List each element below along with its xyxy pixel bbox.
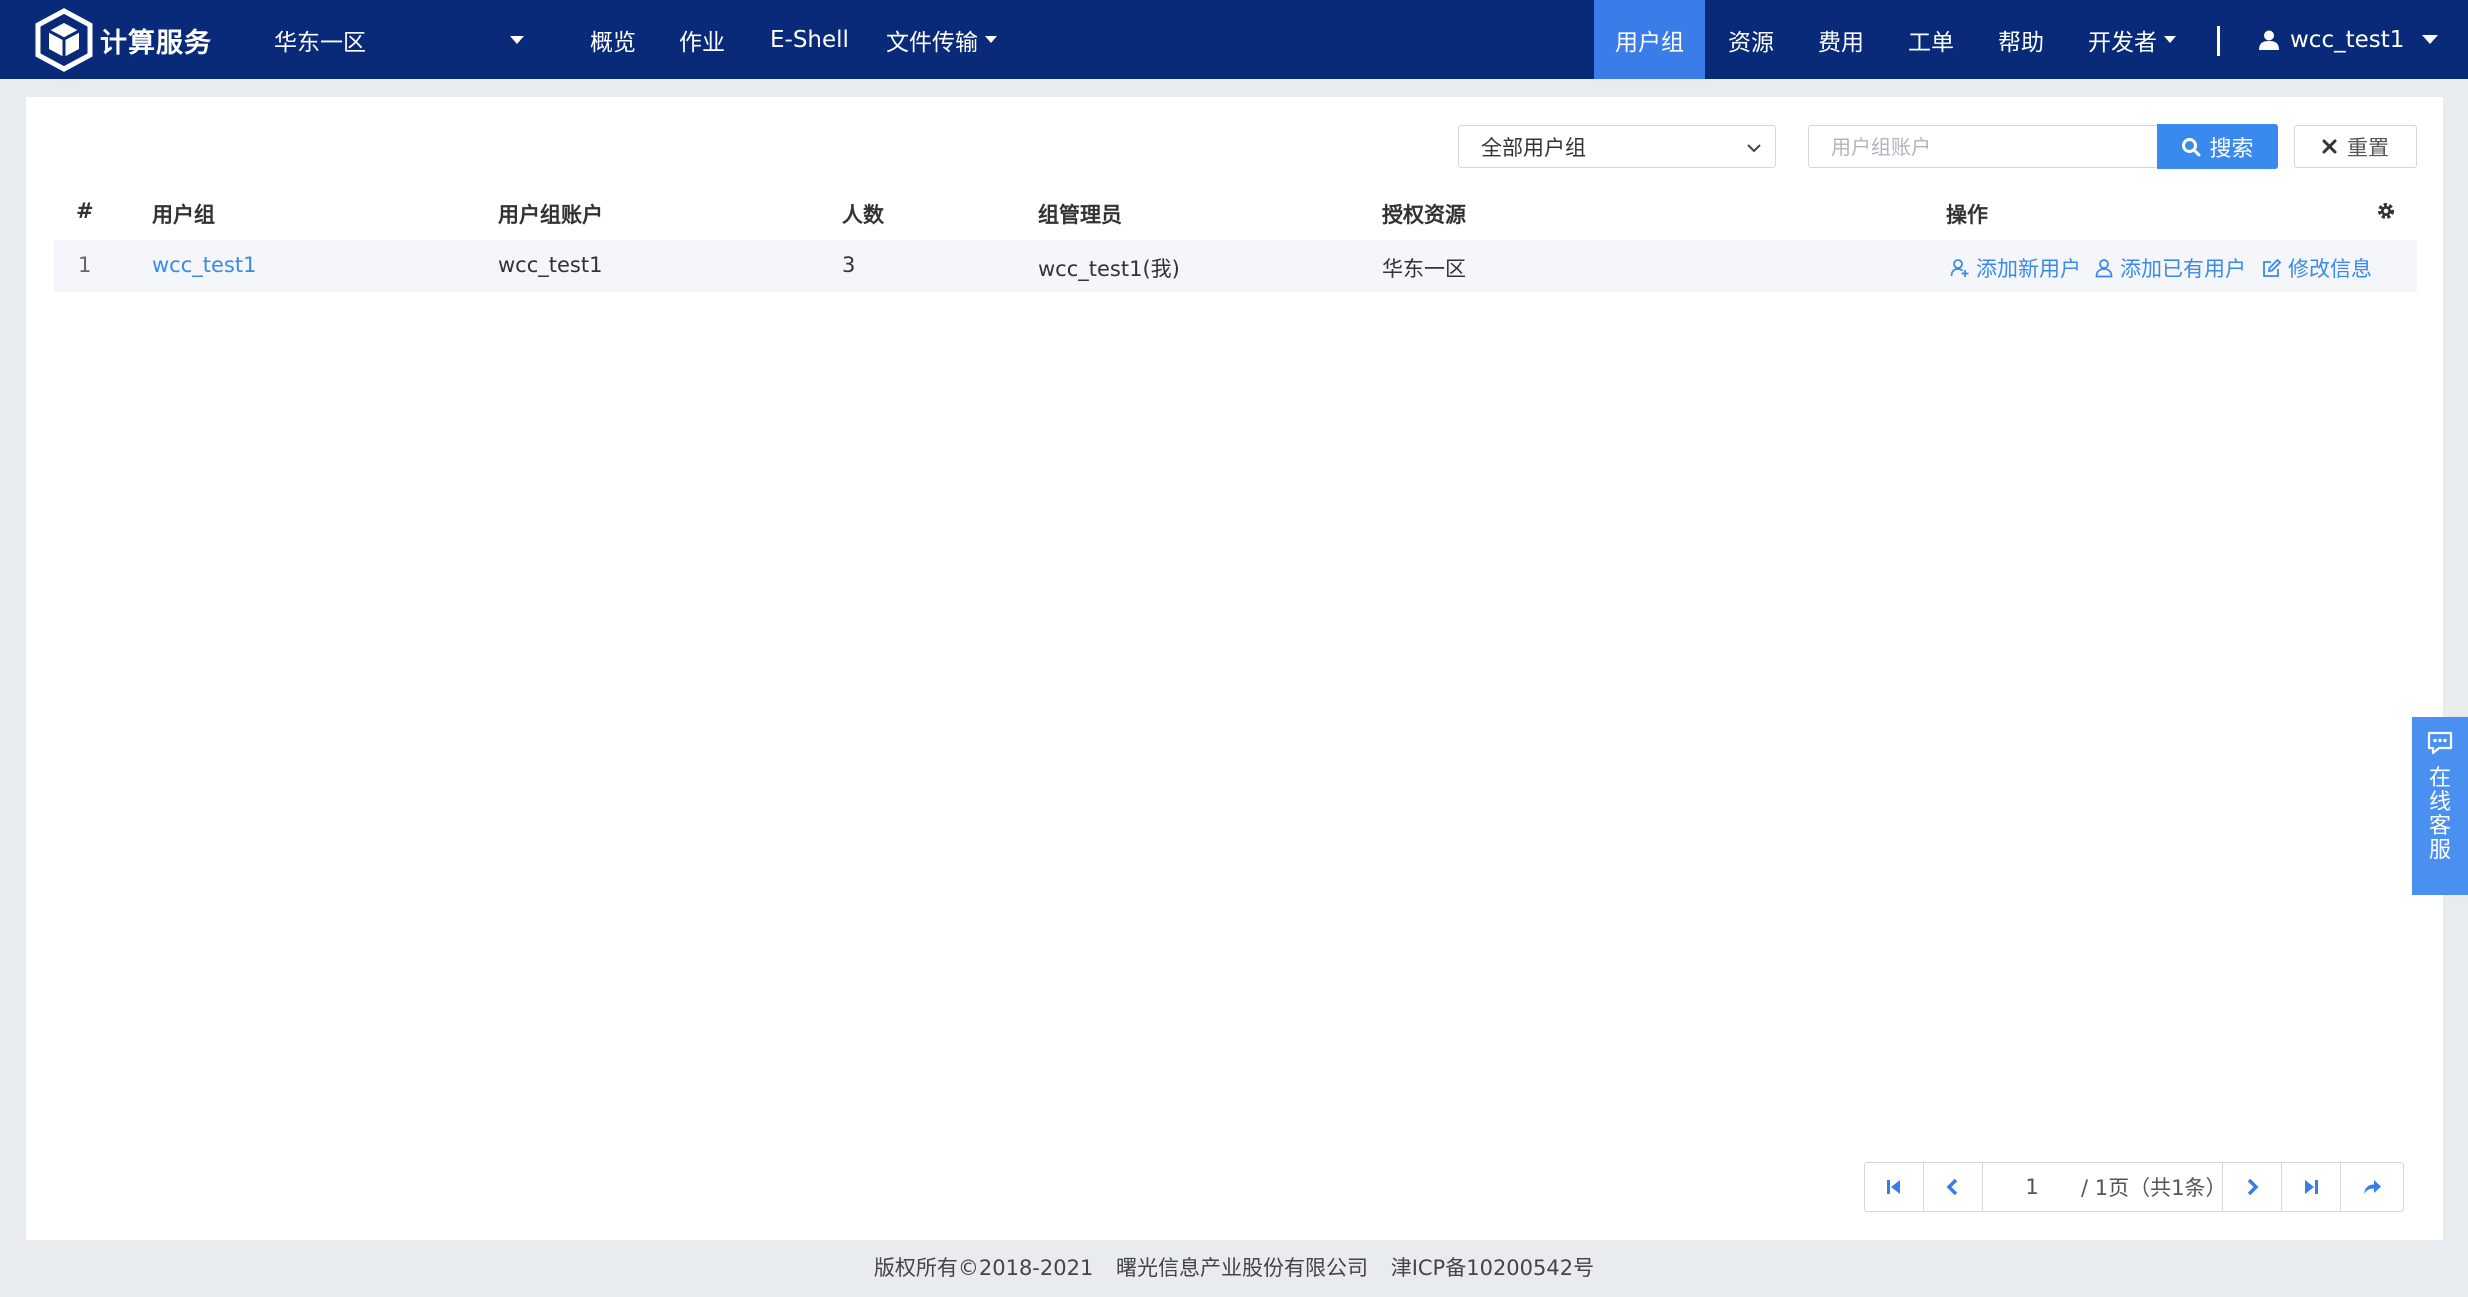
top-navbar: 计算服务 华东一区 概览 作业 E-Shell 文件传输 用户组 资源 费用 工… <box>0 0 2468 79</box>
first-page-button[interactable] <box>1865 1163 1924 1211</box>
footer-icp[interactable]: 津ICP备10200542号 <box>1391 1256 1594 1280</box>
nav-resources[interactable]: 资源 <box>1728 0 1774 79</box>
go-page-button[interactable] <box>2341 1163 2403 1211</box>
nav-divider <box>2217 26 2220 56</box>
footer-company: 曙光信息产业股份有限公司 <box>1116 1256 1369 1280</box>
add-existing-user-link[interactable]: 添加已有用户 <box>2094 253 2246 283</box>
edit-info-label: 修改信息 <box>2288 257 2372 281</box>
search-button[interactable]: 搜索 <box>2157 124 2278 169</box>
cell-resources: 华东一区 <box>1382 257 1466 281</box>
online-service-label: 在线客服 <box>2428 766 2451 863</box>
search-icon <box>2182 137 2201 156</box>
chevron-right-icon <box>2247 1178 2259 1196</box>
user-menu[interactable]: wcc_test1 <box>2258 0 2439 79</box>
column-header-resources: 授权资源 <box>1382 203 1466 227</box>
group-account-search-input[interactable] <box>1808 125 2158 168</box>
edit-icon <box>2263 258 2282 277</box>
column-header-actions: 操作 <box>1946 203 1988 227</box>
column-header-count: 人数 <box>842 203 884 227</box>
nav-user-group[interactable]: 用户组 <box>1594 0 1705 79</box>
nav-file-transfer[interactable]: 文件传输 <box>886 0 997 79</box>
chevron-down-icon <box>1747 144 1761 153</box>
nav-eshell[interactable]: E-Shell <box>770 0 849 79</box>
reset-button-label: 重置 <box>2347 135 2389 160</box>
first-page-icon <box>1887 1180 1900 1194</box>
chat-icon <box>2427 731 2453 755</box>
page-info: / 1页（共1条） <box>2081 1163 2226 1211</box>
gear-icon[interactable] <box>2376 201 2396 221</box>
next-page-button[interactable] <box>2223 1163 2282 1211</box>
nav-help[interactable]: 帮助 <box>1998 0 2044 79</box>
prev-page-button[interactable] <box>1924 1163 1983 1211</box>
nav-billing[interactable]: 费用 <box>1818 0 1864 79</box>
nav-tickets[interactable]: 工单 <box>1908 0 1954 79</box>
username-label: wcc_test1 <box>2290 26 2405 53</box>
column-header-account: 用户组账户 <box>498 203 603 227</box>
cell-count: 3 <box>842 253 856 277</box>
column-header-group: 用户组 <box>152 203 215 227</box>
user-icon <box>2259 30 2279 50</box>
caret-down-icon <box>2164 36 2176 43</box>
footer-copyright: 版权所有©2018-2021 <box>873 1256 1094 1280</box>
region-label: 华东一区 <box>274 29 366 56</box>
caret-down-icon <box>985 36 997 43</box>
user-group-select[interactable]: 全部用户组 <box>1458 125 1776 168</box>
logo-text: 计算服务 <box>100 27 212 59</box>
last-page-button[interactable] <box>2282 1163 2341 1211</box>
cell-group-link[interactable]: wcc_test1 <box>152 253 256 277</box>
chevron-left-icon <box>1946 1178 1958 1196</box>
cube-logo-icon <box>35 8 93 72</box>
cell-index: 1 <box>78 253 92 277</box>
user-group-select-value: 全部用户组 <box>1481 135 1586 160</box>
reset-button[interactable]: 重置 <box>2294 125 2417 168</box>
close-icon <box>2322 139 2337 154</box>
share-forward-icon <box>2364 1180 2381 1194</box>
add-new-user-label: 添加新用户 <box>1976 257 2081 281</box>
cell-admin: wcc_test1(我) <box>1038 257 1180 281</box>
nav-developer-label: 开发者 <box>2088 29 2157 56</box>
footer: 版权所有©2018-2021 曙光信息产业股份有限公司 津ICP备1020054… <box>0 1252 2468 1282</box>
nav-overview[interactable]: 概览 <box>590 0 636 79</box>
nav-developer[interactable]: 开发者 <box>2088 0 2176 79</box>
logo[interactable]: 计算服务 <box>34 8 212 72</box>
nav-file-transfer-label: 文件传输 <box>886 29 978 56</box>
add-new-user-link[interactable]: 添加新用户 <box>1950 253 2081 283</box>
page-number-input[interactable] <box>1983 1163 2081 1211</box>
caret-down-icon <box>2422 35 2439 44</box>
column-header-index: # <box>76 199 94 223</box>
add-user-icon <box>1950 259 1969 277</box>
last-page-icon <box>2305 1180 2318 1194</box>
pagination: / 1页（共1条） <box>1864 1162 2404 1212</box>
add-existing-user-label: 添加已有用户 <box>2120 257 2246 281</box>
search-button-label: 搜索 <box>2209 136 2254 162</box>
column-header-admin: 组管理员 <box>1038 203 1122 227</box>
user-icon <box>2095 259 2113 278</box>
chevron-down-icon <box>510 36 524 44</box>
online-service-tab[interactable]: 在线客服 <box>2412 717 2468 895</box>
region-selector[interactable]: 华东一区 <box>274 0 524 79</box>
edit-info-link[interactable]: 修改信息 <box>2262 253 2372 283</box>
cell-account: wcc_test1 <box>498 253 603 277</box>
nav-jobs[interactable]: 作业 <box>679 0 725 79</box>
